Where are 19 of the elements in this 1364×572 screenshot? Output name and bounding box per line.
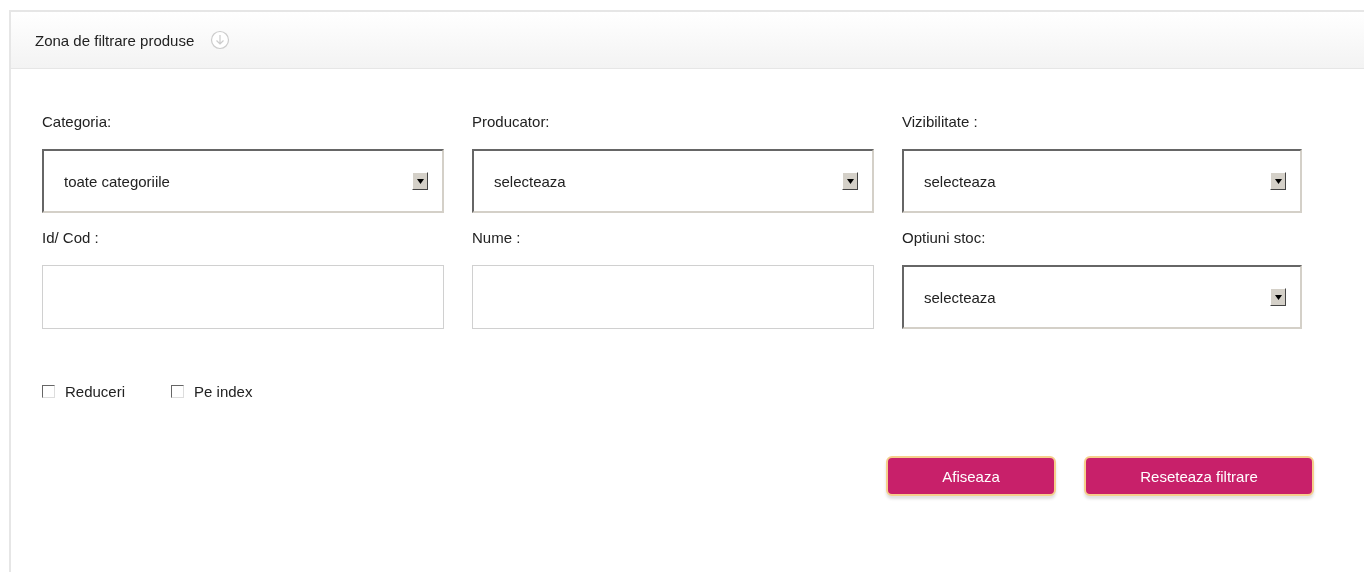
checkbox[interactable] — [171, 385, 185, 398]
field-label: Optiuni stoc: — [902, 229, 987, 248]
dropdown[interactable]: selecteaza — [902, 149, 1302, 213]
field-label: Vizibilitate : — [902, 113, 979, 132]
field-label: Categoria: — [42, 113, 113, 132]
checkbox-label: Pe index — [194, 383, 253, 400]
field-label: Id/ Cod : — [42, 229, 100, 248]
action-button[interactable]: Reseteaza filtrare — [1084, 456, 1314, 496]
field-label: Producator: — [472, 113, 551, 132]
input-field[interactable] — [472, 265, 874, 329]
checkbox[interactable] — [42, 385, 55, 398]
dropdown[interactable]: selecteaza — [472, 149, 874, 213]
panel-title: Zona de filtrare produse — [35, 31, 195, 49]
action-button[interactable]: Afiseaza — [886, 456, 1056, 496]
checkbox-label: Reduceri — [65, 383, 126, 400]
field-label: Nume : — [472, 229, 522, 248]
dropdown[interactable]: selecteaza — [902, 265, 1302, 329]
input-field[interactable] — [42, 265, 444, 329]
dropdown[interactable]: toate categoriile — [42, 149, 444, 213]
